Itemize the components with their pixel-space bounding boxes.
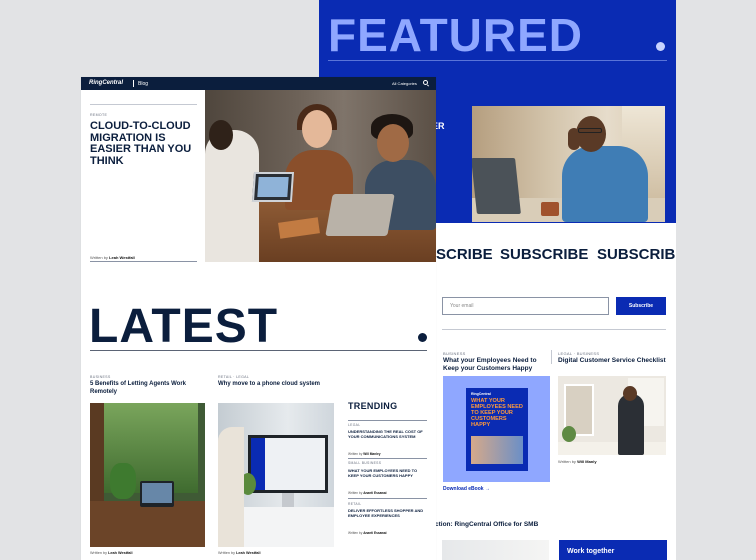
featured-photo[interactable]	[472, 106, 665, 222]
post-photo[interactable]	[218, 403, 334, 547]
brand-logo[interactable]: RingCentral	[89, 80, 123, 86]
post-photo[interactable]	[90, 403, 205, 547]
post-category: BUSINESS	[443, 351, 466, 356]
trending-title-link[interactable]: UNDERSTANDING THE REAL COST OF YOUR COMM…	[348, 429, 428, 439]
work-together-card[interactable]: Work together	[559, 540, 667, 560]
blog-page-card: RingCentral Blog All Categories REMOTE C…	[81, 77, 436, 560]
author-link[interactable]: Leah Westfall	[236, 551, 260, 555]
divider	[348, 458, 427, 459]
author-byline: Written by Leah Westfall	[90, 551, 133, 555]
post-category: BUSINESS	[90, 375, 111, 379]
nav-blog-link[interactable]: Blog	[138, 81, 148, 87]
ebook-card[interactable]: RingCentral WHAT YOUR EMPLOYEES NEED TO …	[443, 376, 550, 482]
author-byline: Written by Ananti Essawai	[348, 491, 387, 495]
hero-category: REMOTE	[90, 113, 108, 117]
divider	[90, 261, 197, 262]
column-divider	[551, 350, 552, 364]
featured-divider	[328, 60, 667, 61]
latest-heading: LATEST	[89, 300, 279, 353]
author-byline: Written by Ananti Essawai	[348, 531, 387, 535]
kitchen-photo[interactable]	[558, 376, 666, 455]
subscribe-word: SCRIBE	[436, 246, 493, 263]
ebook-cover-photo	[471, 436, 523, 464]
author-byline: Written by Leah Westfall	[90, 255, 135, 260]
author-link[interactable]: Leah Westfall	[109, 255, 135, 260]
email-input[interactable]	[442, 297, 609, 315]
subscribe-word: SUBSCRIBE	[500, 246, 589, 263]
post-title-link[interactable]: Digital Customer Service Checklist	[558, 357, 668, 365]
author-byline: Written by Will Manly	[558, 459, 597, 464]
author-byline: Written by Leah Westfall	[218, 551, 261, 555]
divider	[90, 350, 427, 351]
hero-title-link[interactable]: CLOUD-TO-CLOUD MIGRATION IS EASIER THAN …	[90, 120, 202, 167]
latest-dot	[418, 333, 427, 342]
top-navbar: RingCentral Blog All Categories	[81, 77, 436, 90]
author-link[interactable]: Ananti Essawai	[363, 491, 386, 495]
trending-title-link[interactable]: DELIVER EFFORTLESS SHOPPER AND EMPLOYEE …	[348, 508, 428, 518]
divider	[348, 498, 427, 499]
post-title-link[interactable]: What your Employees Need to Keep your Cu…	[443, 357, 549, 373]
all-categories-menu[interactable]: All Categories	[392, 81, 417, 86]
work-card-title: Work together	[567, 548, 615, 555]
author-link[interactable]: Will Manley	[363, 452, 380, 456]
author-byline: Written by Will Manley	[348, 452, 381, 456]
trending-heading: TRENDING	[348, 401, 398, 411]
divider	[90, 104, 197, 105]
trending-title-link[interactable]: WHAT YOUR EMPLOYEES NEED TO KEEP YOUR CU…	[348, 468, 428, 478]
featured-heading: FEATURED	[328, 9, 584, 61]
trending-category: LEGAL	[348, 423, 361, 427]
ebook-cover-title: WHAT YOUR EMPLOYEES NEED TO KEEP YOUR CU…	[471, 398, 523, 428]
subscribe-word: SUBSCRIBE	[597, 246, 676, 263]
ebook-logo: RingCentral	[471, 392, 491, 396]
post-category: RETAIL · LEGAL	[218, 375, 250, 379]
featured-dot	[656, 42, 665, 51]
post-title-link[interactable]: Why move to a phone cloud system	[218, 381, 334, 389]
hero-photo[interactable]	[205, 90, 436, 262]
divider	[348, 420, 427, 421]
trending-category: RETAIL	[348, 502, 362, 506]
collection-title-link[interactable]: ction: RingCentral Office for SMB	[435, 521, 538, 528]
download-ebook-link[interactable]: Download eBook →	[443, 486, 490, 492]
nav-separator	[133, 80, 134, 87]
post-title-link[interactable]: 5 Benefits of Letting Agents Work Remote…	[90, 381, 190, 396]
author-link[interactable]: Will Manly	[577, 459, 597, 464]
post-category: LEGAL · BUSINESS	[558, 351, 600, 356]
search-icon[interactable]	[423, 80, 428, 85]
divider	[442, 329, 666, 330]
trending-category: SMALL BUSINESS	[348, 461, 382, 465]
subscribe-button[interactable]: Subscribe	[616, 297, 666, 315]
author-link[interactable]: Leah Westfall	[108, 551, 132, 555]
collection-photo[interactable]	[442, 540, 549, 560]
author-link[interactable]: Ananti Essawai	[363, 531, 386, 535]
ebook-cover: RingCentral WHAT YOUR EMPLOYEES NEED TO …	[466, 388, 528, 471]
